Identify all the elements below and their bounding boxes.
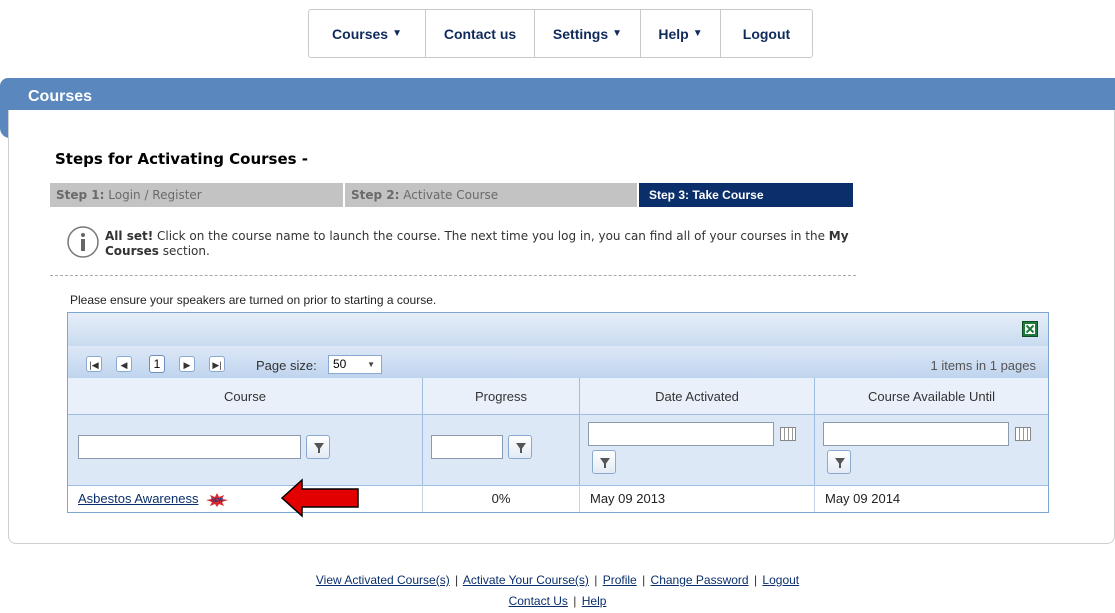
footer-separator: |	[753, 573, 758, 587]
filter-icon[interactable]	[508, 435, 532, 459]
step-3-label: Step 3:	[649, 188, 690, 202]
section-title: Courses	[28, 88, 93, 105]
info-text-2: section.	[158, 244, 210, 258]
column-header-available-until[interactable]: Course Available Until	[815, 378, 1048, 415]
footer-separator: |	[594, 573, 598, 587]
available-until-filter-input[interactable]	[823, 422, 1009, 446]
nav-help[interactable]: Help ▼	[641, 10, 721, 57]
last-page-icon[interactable]: ▶|	[209, 356, 225, 372]
next-page-icon[interactable]: ▶	[179, 356, 195, 372]
footer-links-2: Contact Us | Help	[0, 594, 1115, 608]
filter-cell-course	[68, 415, 423, 485]
speakers-note: Please ensure your speakers are turned o…	[70, 293, 437, 307]
chevron-down-icon: ▼	[612, 28, 623, 39]
page-size-label: Page size:	[256, 358, 317, 373]
footer-contact-link[interactable]: Contact Us	[509, 594, 568, 608]
footer-separator: |	[455, 573, 459, 587]
page-size-value: 50	[333, 357, 347, 371]
grid-toolbar	[68, 313, 1048, 347]
progress-filter-input[interactable]	[431, 435, 503, 459]
cell-progress: 0%	[423, 485, 580, 512]
footer-separator: |	[573, 594, 577, 608]
first-page-icon[interactable]: |◀	[86, 356, 102, 372]
footer-change-password-link[interactable]: Change Password	[651, 573, 749, 587]
info-message: All set! Click on the course name to lau…	[105, 229, 855, 259]
nav-contact-us[interactable]: Contact us	[426, 10, 535, 57]
grid-pager: |◀ ◀ 1 ▶ ▶| Page size: 50 ▼ 1 items in 1 …	[68, 346, 1048, 379]
nav-courses[interactable]: Courses ▼	[309, 10, 426, 57]
prev-page-icon[interactable]: ◀	[116, 356, 132, 372]
filter-cell-progress	[423, 415, 580, 485]
filter-row	[68, 415, 1048, 486]
nav-logout[interactable]: Logout	[721, 10, 812, 57]
nav-logout-label: Logout	[742, 25, 791, 42]
nav-help-label: Help	[658, 25, 689, 42]
date-activated-filter-input[interactable]	[588, 422, 774, 446]
info-text-1: Click on the course name to launch the c…	[153, 229, 829, 243]
step-1-text: Login / Register	[108, 188, 202, 202]
footer-links: View Activated Course(s) | Activate Your…	[0, 573, 1115, 587]
nav-courses-label: Courses	[332, 25, 389, 42]
column-header-progress[interactable]: Progress	[423, 378, 580, 415]
chevron-down-icon: ▼	[367, 360, 375, 369]
info-icon	[67, 226, 99, 258]
course-filter-input[interactable]	[78, 435, 301, 459]
footer-activate-link[interactable]: Activate Your Course(s)	[463, 573, 589, 587]
filter-cell-available-until	[815, 415, 1048, 485]
new-badge-icon: NEW	[206, 492, 229, 507]
cell-date-activated: May 09 2013	[580, 485, 815, 512]
footer-separator: |	[642, 573, 646, 587]
step-2: Step 2: Activate Course	[343, 183, 637, 207]
step-2-text: Activate Course	[403, 188, 499, 202]
step-1-label: Step 1:	[56, 188, 105, 202]
footer-help-link[interactable]: Help	[582, 594, 607, 608]
table-row: Asbestos Awareness NEW 0% May 09 2013 Ma…	[68, 485, 1048, 512]
page-info: 1 items in 1 pages	[930, 358, 1036, 373]
divider	[50, 275, 856, 276]
excel-export-icon[interactable]	[1022, 321, 1038, 337]
top-nav: Courses ▼ Contact us Settings ▼ Help ▼ Logo…	[308, 9, 813, 58]
chevron-down-icon: ▼	[392, 28, 402, 39]
step-3: Step 3: Take Course	[637, 183, 853, 207]
footer-view-activated-link[interactable]: View Activated Course(s)	[316, 573, 450, 587]
filter-icon[interactable]	[592, 450, 616, 474]
red-arrow-icon	[280, 478, 359, 518]
nav-contact-label: Contact us	[443, 25, 517, 42]
nav-settings[interactable]: Settings ▼	[535, 10, 641, 57]
column-header-date-activated[interactable]: Date Activated	[580, 378, 815, 415]
calendar-icon[interactable]	[780, 427, 796, 441]
courses-grid: |◀ ◀ 1 ▶ ▶| Page size: 50 ▼ 1 items in 1 …	[67, 312, 1049, 513]
filter-icon[interactable]	[306, 435, 330, 459]
page-size-select[interactable]: 50 ▼	[328, 355, 382, 374]
nav-settings-label: Settings	[552, 25, 609, 42]
info-bold-allset: All set!	[105, 229, 154, 243]
page-title: Steps for Activating Courses -	[55, 150, 309, 168]
step-2-label: Step 2:	[351, 188, 400, 202]
column-header-course[interactable]: Course	[68, 378, 423, 415]
footer-profile-link[interactable]: Profile	[603, 573, 637, 587]
page-number-button[interactable]: 1	[149, 355, 165, 373]
calendar-icon[interactable]	[1015, 427, 1031, 441]
cell-available-until: May 09 2014	[825, 491, 901, 506]
filter-cell-date-activated	[580, 415, 815, 485]
step-1: Step 1: Login / Register	[50, 183, 343, 207]
course-link[interactable]: Asbestos Awareness	[78, 491, 198, 506]
footer-logout-link[interactable]: Logout	[762, 573, 799, 587]
cell-course: Asbestos Awareness NEW	[68, 485, 423, 512]
filter-icon[interactable]	[827, 450, 851, 474]
svg-text:NEW: NEW	[211, 498, 223, 504]
step-3-text: Take Course	[692, 188, 764, 202]
chevron-down-icon: ▼	[692, 28, 703, 39]
